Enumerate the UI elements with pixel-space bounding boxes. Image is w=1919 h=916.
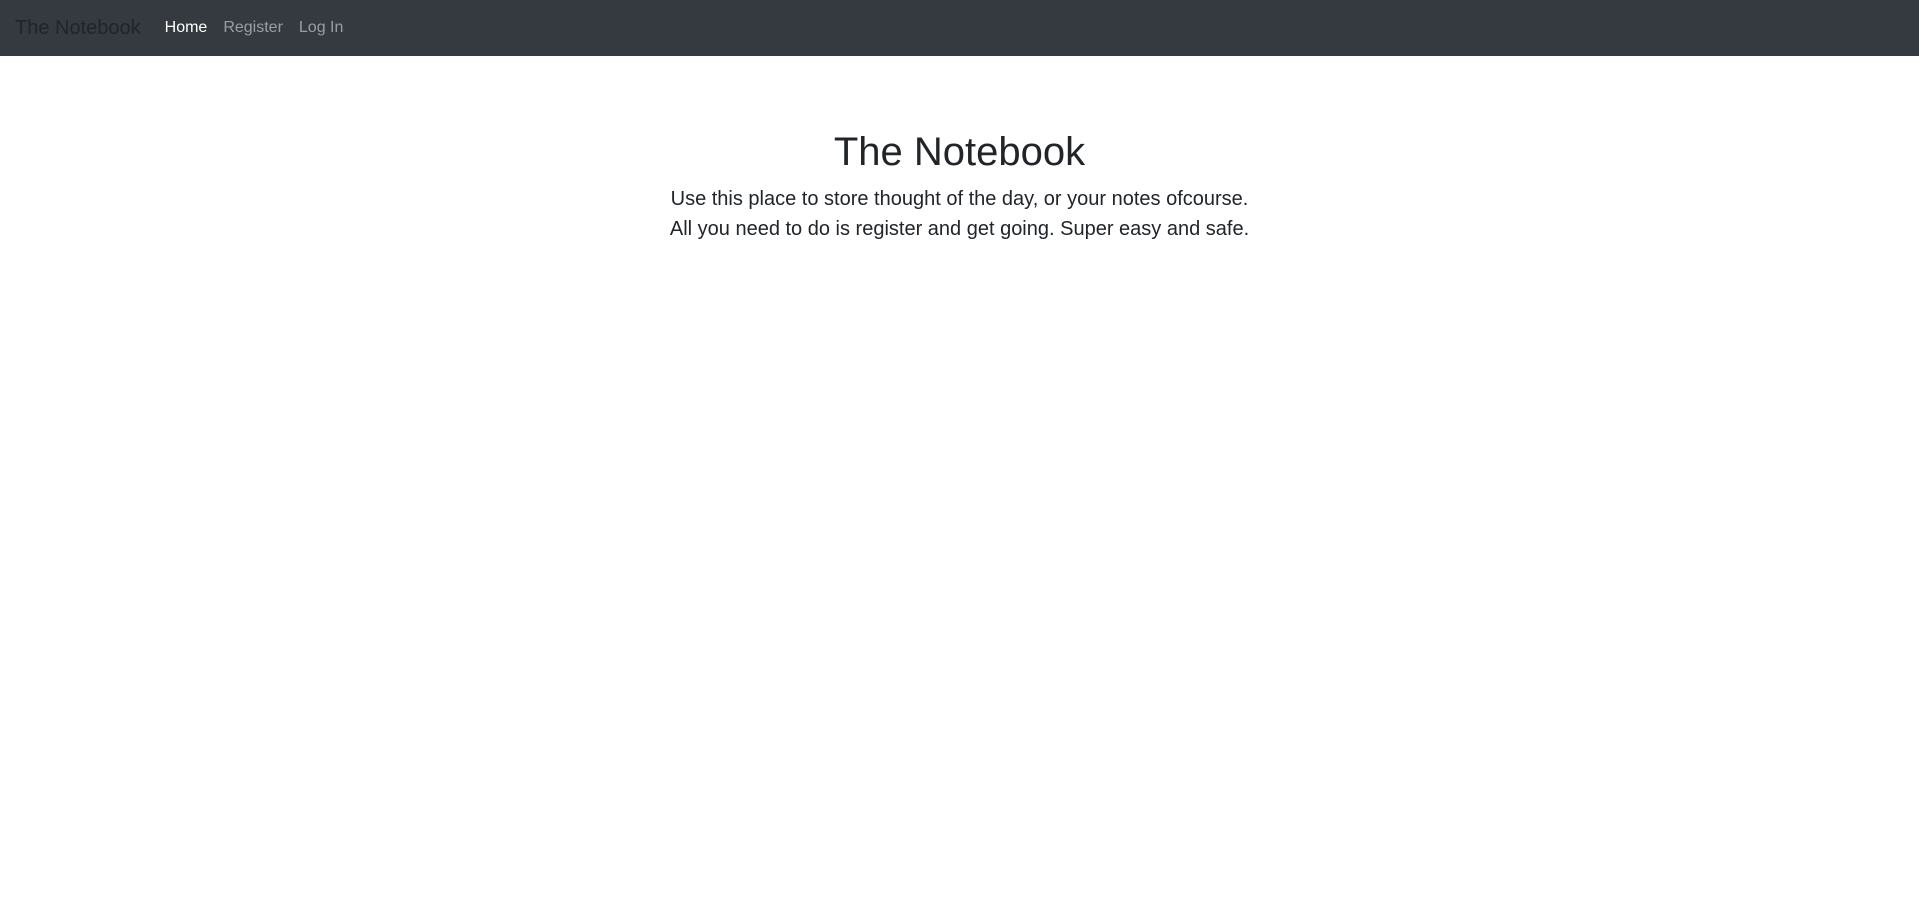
nav-register-link[interactable]: Register: [223, 19, 283, 37]
nav-login-link[interactable]: Log In: [299, 19, 343, 37]
hero-description-line-2: All you need to do is register and get g…: [669, 218, 1250, 240]
page-title: The Notebook: [833, 130, 1086, 174]
brand-link[interactable]: The Notebook: [15, 17, 141, 40]
top-navbar: The Notebook Home Register Log In: [0, 0, 1919, 56]
nav-links: Home Register Log In: [165, 19, 360, 37]
hero-section: The Notebook Use this place to store tho…: [0, 126, 1919, 244]
nav-home-link[interactable]: Home: [165, 19, 208, 37]
hero-description-line-1: Use this place to store thought of the d…: [670, 188, 1249, 210]
